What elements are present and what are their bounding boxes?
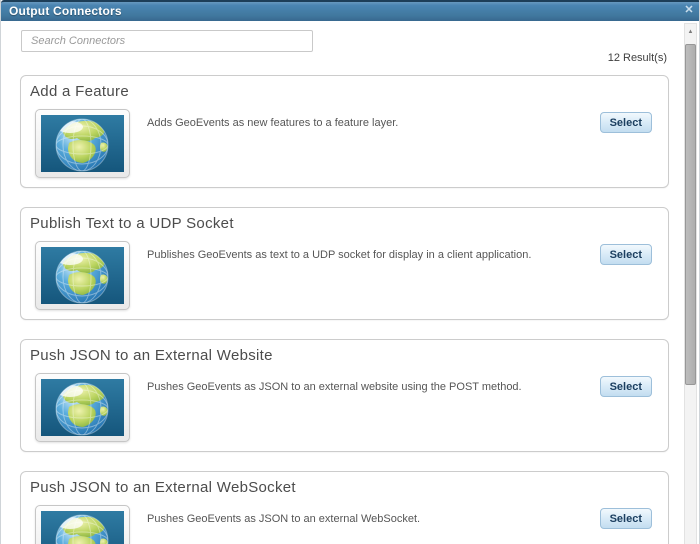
select-button[interactable]: Select [599,376,652,397]
connector-thumbnail [35,505,130,544]
connector-title: Publish Text to a UDP Socket [30,215,234,232]
connector-description: Adds GeoEvents as new features to a feat… [147,117,399,129]
connector-title: Push JSON to an External WebSocket [30,479,296,496]
connector-card: Push JSON to an External Website Pushes … [20,339,669,452]
search-input[interactable] [21,30,313,52]
globe-icon [41,115,124,172]
select-button[interactable]: Select [599,508,652,529]
dialog-titlebar: Output Connectors ✕ [1,0,699,21]
results-count: 12 Result(s) [607,52,667,64]
select-button[interactable]: Select [599,244,652,265]
globe-icon [41,511,124,544]
vertical-scrollbar[interactable]: ▲ [684,23,697,544]
connector-card: Publish Text to a UDP Socket Publishes G… [20,207,669,320]
scrollbar-thumb[interactable] [685,44,696,385]
globe-icon [41,247,124,304]
globe-icon [41,379,124,436]
connector-description: Pushes GeoEvents as JSON to an external … [147,513,421,525]
connector-thumbnail [35,373,130,442]
connector-description: Pushes GeoEvents as JSON to an external … [147,381,522,393]
select-button[interactable]: Select [599,112,652,133]
connector-thumbnail [35,241,130,310]
close-icon[interactable]: ✕ [682,3,696,17]
dialog-title: Output Connectors [9,4,122,18]
connector-thumbnail [35,109,130,178]
connector-card: Push JSON to an External WebSocket Pushe… [20,471,669,544]
connector-card: Add a Feature Adds GeoEvents as new feat… [20,75,669,188]
connector-title: Add a Feature [30,83,129,100]
scroll-up-arrow-icon[interactable]: ▲ [685,25,696,40]
connector-title: Push JSON to an External Website [30,347,273,364]
output-connectors-dialog: Output Connectors ✕ 12 Result(s) Add a F… [0,0,700,544]
connector-description: Publishes GeoEvents as text to a UDP soc… [147,249,532,261]
